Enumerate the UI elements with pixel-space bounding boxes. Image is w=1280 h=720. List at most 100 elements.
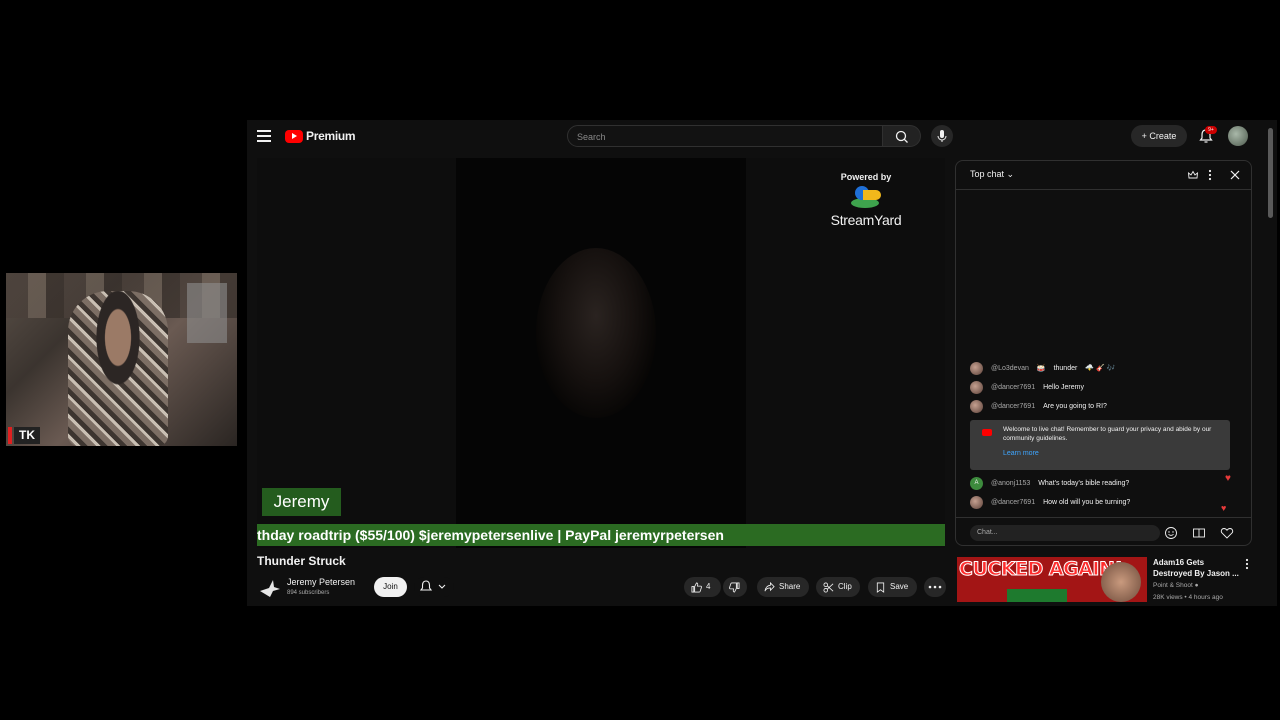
chat-avatar	[970, 380, 983, 394]
chat-author[interactable]: @dancer7691	[991, 403, 1035, 410]
live-chat-panel: Top chat ⌄ @Lo3devan 🥁 thunder 🌩️ 🎸 🎶 @d…	[955, 160, 1252, 546]
more-vertical-icon[interactable]	[1244, 557, 1250, 571]
save-playlist-icon	[876, 582, 885, 593]
like-count: 4	[706, 582, 711, 591]
microphone-icon	[937, 130, 947, 142]
page-scrollbar[interactable]	[1268, 128, 1273, 218]
share-button[interactable]: Share	[757, 577, 809, 597]
save-button[interactable]: Save	[868, 577, 917, 597]
recommended-channel[interactable]: Point & Shoot ●	[1153, 582, 1199, 589]
channel-logo-icon	[260, 580, 280, 597]
ticker-banner: thday roadtrip ($55/100) $jeremypetersen…	[257, 524, 945, 546]
video-frame	[456, 158, 746, 548]
webcam-person	[68, 291, 168, 446]
heart-icon[interactable]	[1220, 526, 1234, 540]
streamer-face	[536, 248, 656, 418]
clip-label: Clip	[838, 582, 852, 591]
notification-badge: 9+	[1205, 126, 1217, 134]
chat-message: @dancer7691 Hello Jeremy	[970, 380, 1084, 394]
chat-author[interactable]: @dancer7691	[991, 384, 1035, 391]
chat-text: Are you going to RI?	[1043, 402, 1107, 410]
chat-message: @Lo3devan 🥁 thunder 🌩️ 🎸 🎶	[970, 361, 1115, 375]
clip-button[interactable]: Clip	[816, 577, 860, 597]
streamyard-watermark: Powered by StreamYard	[821, 172, 911, 228]
webcam-overlay: TK	[6, 273, 237, 446]
chat-author[interactable]: @Lo3devan	[991, 365, 1029, 372]
chat-header: Top chat ⌄	[956, 161, 1251, 190]
thumbnail-face	[1101, 562, 1141, 602]
chat-text: How old will you be turning?	[1043, 498, 1131, 506]
save-label: Save	[890, 582, 909, 591]
recommended-video-meta: 28K views • 4 hours ago	[1153, 594, 1223, 601]
subscription-bell-button[interactable]	[414, 577, 454, 597]
webcam-label: TK	[14, 427, 40, 444]
voice-search-button[interactable]	[931, 125, 953, 147]
crown-icon[interactable]	[1187, 169, 1199, 181]
recommended-video-thumbnail[interactable]: CUCKED AGAIN!	[957, 557, 1147, 602]
video-player[interactable]: Powered by StreamYard Jeremy thday roadt…	[257, 158, 945, 548]
recommended-video-title[interactable]: Adam16 Gets Destroyed By Jason ...	[1153, 557, 1245, 579]
channel-name[interactable]: Jeremy Petersen	[287, 577, 355, 587]
chat-avatar	[970, 361, 983, 375]
share-label: Share	[779, 582, 801, 591]
chat-mode-label: Top chat	[970, 169, 1005, 179]
product-icon[interactable]	[1192, 526, 1206, 540]
more-actions-button[interactable]	[924, 577, 946, 597]
search-icon	[895, 130, 908, 143]
search-input[interactable]: Search	[567, 125, 883, 147]
share-icon	[764, 581, 775, 591]
welcome-text: Welcome to live chat! Remember to guard …	[1003, 426, 1212, 442]
thumbs-down-icon	[729, 582, 740, 592]
top-bar: Premium Search + Create 9+	[247, 120, 1277, 152]
bell-dropdown-icon	[419, 580, 446, 591]
create-label: Create	[1149, 131, 1177, 141]
youtube-premium-logo[interactable]: Premium	[285, 129, 356, 143]
webcam-wall-frame	[187, 283, 227, 343]
heart-reaction-icon: ♥	[1221, 503, 1227, 513]
like-button[interactable]: 4	[684, 577, 721, 597]
chat-input[interactable]: Chat...	[970, 525, 1160, 541]
welcome-banner: Welcome to live chat! Remember to guard …	[970, 420, 1230, 470]
search-button[interactable]	[883, 125, 921, 147]
chat-avatar: A	[970, 476, 983, 490]
more-vertical-icon[interactable]	[1207, 168, 1213, 182]
thumbs-up-icon	[691, 582, 702, 592]
dislike-button[interactable]	[723, 577, 747, 597]
emoji-icon[interactable]	[1164, 526, 1178, 540]
heart-reaction-icon: ♥	[1225, 473, 1231, 484]
video-title: Thunder Struck	[257, 554, 346, 568]
brand-label: Premium	[306, 129, 356, 143]
youtube-icon	[982, 429, 992, 436]
subscriber-count: 894 subscribers	[287, 590, 330, 596]
webcam-label-accent	[8, 427, 12, 444]
youtube-logo-icon	[285, 129, 303, 143]
create-button[interactable]: + Create	[1131, 125, 1187, 147]
account-avatar[interactable]	[1228, 126, 1248, 146]
chat-author[interactable]: @dancer7691	[991, 499, 1035, 506]
chevron-down-icon: ⌄	[1006, 169, 1015, 179]
chat-avatar	[970, 495, 983, 509]
verified-icon: ●	[1194, 582, 1199, 589]
streamyard-duck-icon	[849, 186, 883, 210]
chat-input-bar: Chat...	[956, 517, 1251, 548]
menu-icon[interactable]	[257, 130, 271, 142]
close-icon[interactable]	[1229, 169, 1241, 181]
chat-text: Hello Jeremy	[1043, 383, 1084, 391]
join-button[interactable]: Join	[374, 577, 407, 597]
thumbnail-graphic	[1007, 589, 1067, 602]
streamyard-label: StreamYard	[830, 212, 902, 228]
youtube-window: Premium Search + Create 9+ Powered by St…	[247, 120, 1277, 606]
scissors-icon	[823, 582, 834, 592]
channel-avatar[interactable]	[259, 578, 281, 598]
learn-more-link[interactable]: Learn more	[1003, 450, 1039, 457]
recommended-channel-name: Point & Shoot	[1153, 582, 1193, 589]
chat-author[interactable]: @anonj1153	[991, 480, 1030, 487]
drum-emoji-icon: 🥁	[1036, 365, 1046, 372]
chat-message: @dancer7691 How old will you be turning?	[970, 495, 1130, 509]
thumbnail-text: CUCKED AGAIN!	[959, 558, 1124, 581]
chat-text: thunder	[1053, 364, 1078, 372]
chat-text: What's today's bible reading?	[1038, 479, 1130, 487]
top-chat-dropdown[interactable]: Top chat ⌄	[970, 169, 1014, 180]
streamer-name-tag: Jeremy	[262, 488, 341, 516]
chat-message: @dancer7691 Are you going to RI?	[970, 399, 1107, 413]
